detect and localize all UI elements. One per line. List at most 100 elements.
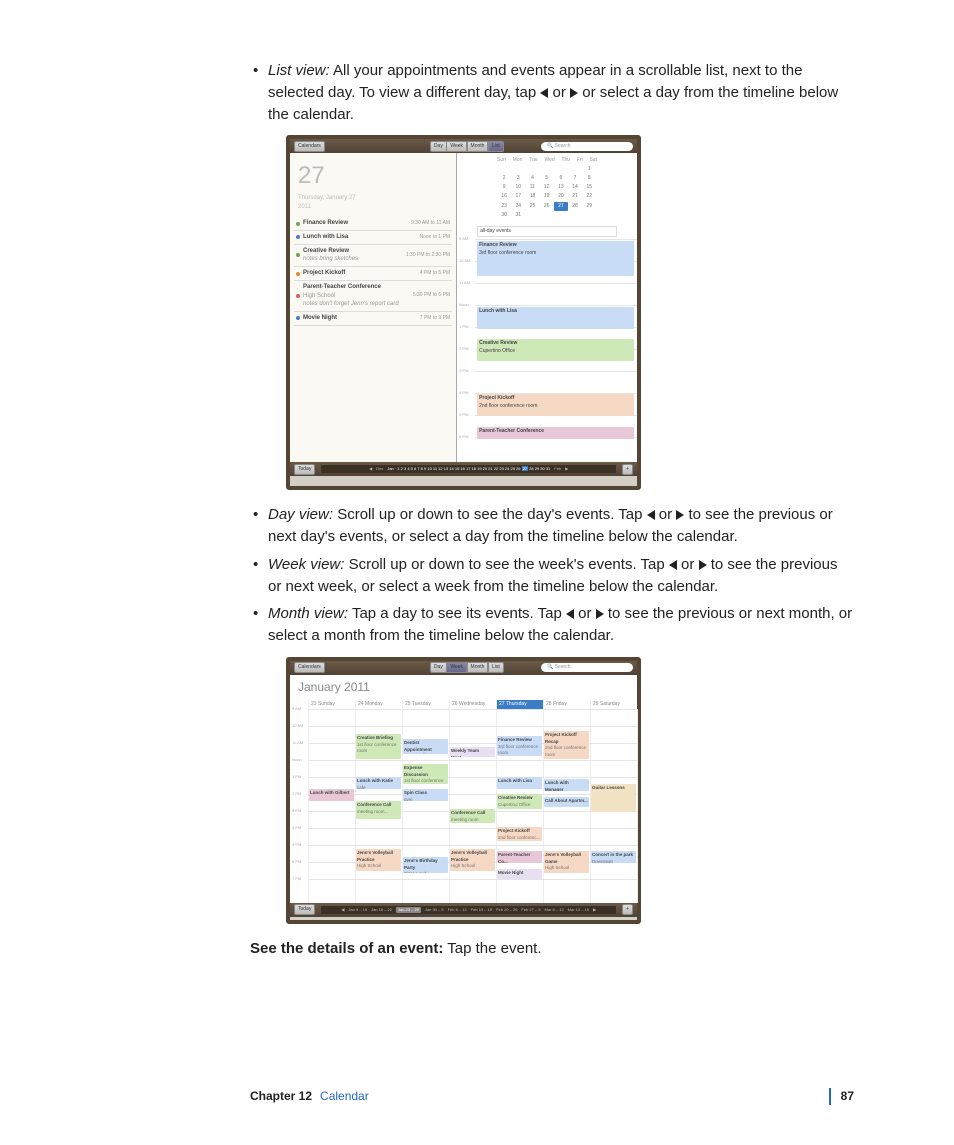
week-day-header[interactable]: 28 Friday xyxy=(543,700,590,709)
week-day-header[interactable]: 26 Wednesday xyxy=(449,700,496,709)
mini-day[interactable]: 14 xyxy=(568,183,582,192)
mini-day[interactable]: 30 xyxy=(497,211,511,220)
week-event[interactable]: Guitar Lessons xyxy=(591,784,636,812)
week-event[interactable]: Project Kickoff Recap2nd floor conferenc… xyxy=(544,731,589,759)
mini-day[interactable] xyxy=(568,211,582,220)
mini-day[interactable]: 6 xyxy=(554,174,568,183)
week-day-header[interactable]: 25 Tuesday xyxy=(402,700,449,709)
mini-day[interactable]: 9 xyxy=(497,183,511,192)
mini-grid[interactable]: 1234567891011121314151617181920212223242… xyxy=(497,165,597,221)
mini-day[interactable] xyxy=(554,211,568,220)
mini-day[interactable] xyxy=(511,165,525,174)
day-tab[interactable]: Day xyxy=(430,662,447,673)
mini-day[interactable]: 19 xyxy=(540,192,554,201)
search-input[interactable]: 🔍 Search xyxy=(541,663,633,672)
month-tab[interactable]: Month xyxy=(467,141,489,152)
week-event[interactable]: Lunch with Gilbert xyxy=(309,789,354,801)
week-event[interactable]: Dentist AppointmentDentist Office xyxy=(403,739,448,754)
week-event[interactable]: Lunch with Katiecafe xyxy=(356,777,401,789)
hour-event[interactable]: Lunch with Lisa xyxy=(477,307,634,329)
mini-day[interactable]: 24 xyxy=(511,202,525,211)
mini-day[interactable]: 22 xyxy=(582,192,596,201)
event-list[interactable]: Finance Review9:30 AM to 11 AMLunch with… xyxy=(290,217,456,325)
week-event[interactable]: Call About Apartm... xyxy=(544,797,589,807)
timeline[interactable]: ◀DecJan · 1 2 3 4 5 6 7 8 9 10 11 12 13 … xyxy=(321,465,616,473)
week-event[interactable]: Weekly Team Meet...3rd floor conferenc..… xyxy=(450,747,495,757)
mini-day[interactable]: 28 xyxy=(568,202,582,211)
week-grid[interactable]: 9 AM10 AM11 AMNoon1 PM2 PM3 PM4 PM5 PM6 … xyxy=(290,709,637,902)
week-event[interactable]: Creative ReviewCupertino Office xyxy=(497,794,542,809)
day-tab[interactable]: Day xyxy=(430,141,447,152)
hour-event[interactable]: Finance Review3rd floor conference room xyxy=(477,241,634,276)
week-event[interactable]: Conference Callmeeting room... xyxy=(356,801,401,819)
week-event[interactable]: Parent-Teacher Co...High School xyxy=(497,851,542,863)
mini-day[interactable]: 1 xyxy=(582,165,596,174)
week-event[interactable]: Finance Review3rd floor conference room xyxy=(497,736,542,756)
week-event[interactable]: Conference Callmeeting room xyxy=(450,809,495,823)
week-event[interactable]: Expense Discussion1st floor conference r… xyxy=(403,764,448,784)
hour-event[interactable]: Parent-Teacher Conference xyxy=(477,427,634,439)
week-event[interactable]: Creative Briefing1st floor conference ro… xyxy=(356,734,401,759)
mini-day[interactable] xyxy=(554,165,568,174)
week-event[interactable]: Jenn's Volleyball GameHigh School Gymnas… xyxy=(544,851,589,873)
mini-day[interactable]: 8 xyxy=(582,174,596,183)
mini-day[interactable]: 18 xyxy=(525,192,539,201)
week-event[interactable]: Lunch with Lisa xyxy=(497,777,542,789)
timeline[interactable]: ◀Jan 9 – 15Jan 16 – 22Jan 23 – 29Jan 30 … xyxy=(321,906,616,914)
week-event[interactable]: Movie Night xyxy=(497,869,542,879)
week-event[interactable]: Jenn's Birthday PartyPizza Land xyxy=(403,857,448,873)
mini-day[interactable]: 31 xyxy=(511,211,525,220)
list-tab[interactable]: List xyxy=(488,662,504,673)
today-button[interactable]: Today xyxy=(294,904,315,915)
mini-day[interactable]: 29 xyxy=(582,202,596,211)
list-item[interactable]: Lunch with LisaNoon to 1 PM xyxy=(294,231,452,245)
mini-day[interactable]: 17 xyxy=(511,192,525,201)
mini-day[interactable] xyxy=(497,165,511,174)
week-event[interactable]: Lunch with Managercafe xyxy=(544,779,589,791)
mini-day[interactable]: 13 xyxy=(554,183,568,192)
week-day-header[interactable]: 24 Monday xyxy=(355,700,402,709)
hour-grid[interactable]: 9 AM10 AM11 AMNoon1 PM2 PM3 PM4 PM5 PM6 … xyxy=(457,239,637,462)
list-item[interactable]: Parent-Teacher ConferenceHigh Schoolnote… xyxy=(294,281,452,312)
week-event[interactable]: Jenn's Volleyball PracticeHigh School Gy… xyxy=(356,849,401,871)
week-day-header[interactable]: 29 Saturday xyxy=(590,700,637,709)
mini-day[interactable] xyxy=(540,211,554,220)
mini-day[interactable]: 3 xyxy=(511,174,525,183)
week-day-header[interactable]: 23 Sunday xyxy=(308,700,355,709)
search-input[interactable]: 🔍 Search xyxy=(541,142,633,151)
mini-day[interactable]: 4 xyxy=(525,174,539,183)
week-event[interactable]: Project Kickoff2nd floor conferenc... xyxy=(497,827,542,841)
today-button[interactable]: Today xyxy=(294,464,315,475)
mini-day[interactable]: 5 xyxy=(540,174,554,183)
mini-day[interactable]: 25 xyxy=(525,202,539,211)
mini-day[interactable]: 11 xyxy=(525,183,539,192)
mini-day[interactable] xyxy=(525,211,539,220)
week-event[interactable]: Spin Classgym xyxy=(403,789,448,801)
mini-day[interactable] xyxy=(568,165,582,174)
week-tab[interactable]: Week xyxy=(446,141,467,152)
week-event[interactable]: Concert in the parkDowntown xyxy=(591,851,636,863)
mini-day[interactable]: 2 xyxy=(497,174,511,183)
mini-day[interactable]: 7 xyxy=(568,174,582,183)
list-tab[interactable]: List xyxy=(488,141,504,152)
hour-event[interactable]: Creative ReviewCupertino Office xyxy=(477,339,634,361)
week-day-header[interactable]: 27 Thursday xyxy=(496,700,543,709)
mini-day[interactable]: 27 xyxy=(554,202,568,211)
list-item[interactable]: Movie Night7 PM to 9 PM xyxy=(294,312,452,326)
mini-day[interactable] xyxy=(525,165,539,174)
calendars-button[interactable]: Calendars xyxy=(294,141,325,152)
mini-day[interactable] xyxy=(540,165,554,174)
list-item[interactable]: Finance Review9:30 AM to 11 AM xyxy=(294,217,452,231)
month-tab[interactable]: Month xyxy=(467,662,489,673)
mini-day[interactable]: 26 xyxy=(540,202,554,211)
list-item[interactable]: Creative Reviewnotes bring sketches1:30 … xyxy=(294,245,452,267)
week-event[interactable]: Jenn's Volleyball PracticeHigh School Gy… xyxy=(450,849,495,871)
list-item[interactable]: Project Kickoff4 PM to 5 PM xyxy=(294,267,452,281)
add-button[interactable]: + xyxy=(622,904,633,915)
mini-day[interactable]: 20 xyxy=(554,192,568,201)
mini-day[interactable]: 10 xyxy=(511,183,525,192)
add-button[interactable]: + xyxy=(622,464,633,475)
mini-day[interactable]: 15 xyxy=(582,183,596,192)
calendars-button[interactable]: Calendars xyxy=(294,662,325,673)
mini-day[interactable]: 12 xyxy=(540,183,554,192)
